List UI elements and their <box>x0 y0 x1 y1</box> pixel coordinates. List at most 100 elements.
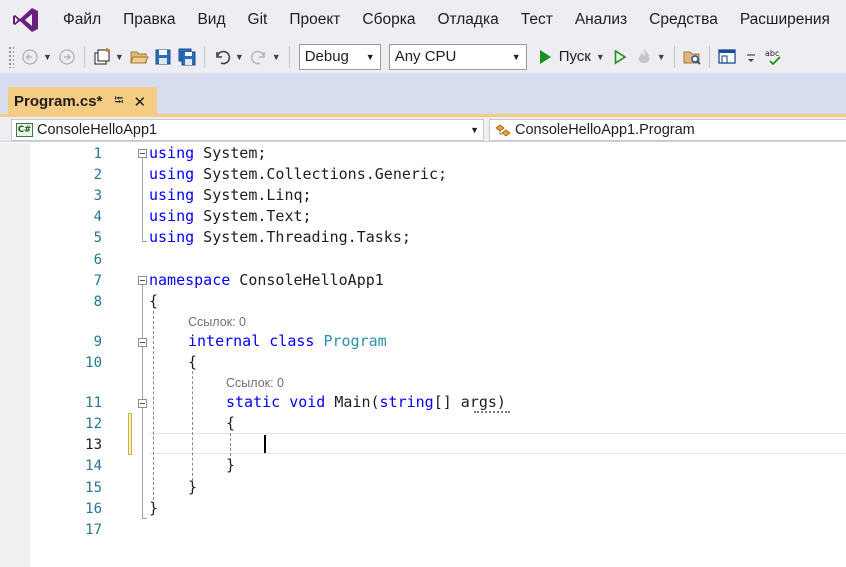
menu-debug[interactable]: Отладка <box>426 0 509 40</box>
code-line-9: internal class Program <box>188 332 387 350</box>
code-line-10: { <box>188 353 197 371</box>
redo-button[interactable] <box>248 44 270 70</box>
hot-reload-dropdown[interactable]: ▼ <box>657 52 666 62</box>
undo-button[interactable] <box>211 44 233 70</box>
solution-platform-select[interactable]: Any CPU ▼ <box>388 43 527 70</box>
close-tab-icon[interactable]: ✕ <box>133 93 146 111</box>
brace: { <box>149 292 159 310</box>
play-icon <box>539 49 551 64</box>
code-text: System.Linq; <box>194 186 312 204</box>
configuration-value: Debug <box>304 48 349 65</box>
document-tab-strip: Program.cs* ⭾ ✕ <box>0 73 846 116</box>
code-line-1: using System; <box>149 144 266 162</box>
tab-program-cs[interactable]: Program.cs* ⭾ ✕ <box>8 87 157 116</box>
code-line-16: } <box>149 499 158 517</box>
play-outline-icon <box>614 49 627 64</box>
redo-dropdown[interactable]: ▼ <box>272 52 281 62</box>
codelens-main-references[interactable]: Ссылок: 0 <box>226 376 284 390</box>
codelens-program-references[interactable]: Ссылок: 0 <box>188 315 246 329</box>
find-in-files-icon <box>683 51 701 65</box>
toolbar-separator <box>708 45 710 68</box>
csharp-project-icon: C# <box>16 123 33 137</box>
project-dropdown[interactable]: C# ConsoleHelloApp1 ▼ <box>11 119 484 141</box>
open-file-button[interactable] <box>128 44 150 70</box>
toolbar-options-button[interactable] <box>740 44 762 70</box>
menu-edit[interactable]: Правка <box>112 0 186 40</box>
brace: } <box>149 499 159 517</box>
solution-configuration-select[interactable]: Debug ▼ <box>298 43 381 70</box>
navigation-bar: C# ConsoleHelloApp1 ▼ ConsoleHelloApp1.P… <box>0 117 846 142</box>
undo-dropdown[interactable]: ▼ <box>235 52 244 62</box>
start-label: Пуск <box>558 48 591 65</box>
pin-icon[interactable]: ⭾ <box>114 91 123 112</box>
menu-test[interactable]: Тест <box>510 0 564 40</box>
start-without-debugging-button[interactable] <box>609 44 631 70</box>
keyword: using <box>149 144 195 162</box>
hot-reload-button[interactable] <box>633 44 655 70</box>
line-number: 6 <box>93 252 102 268</box>
toolbar-separator <box>203 45 205 68</box>
platform-value: Any CPU <box>394 48 457 65</box>
chevron-down-icon: ▼ <box>511 51 521 62</box>
line-number: 14 <box>85 458 102 474</box>
code-line-15: } <box>188 478 197 496</box>
indent-guide <box>192 371 193 481</box>
outlining-line <box>142 156 143 242</box>
window-layout-icon <box>718 48 736 64</box>
indicator-margin[interactable] <box>0 143 30 567</box>
brace: } <box>188 478 198 496</box>
spell-check-button[interactable]: abc <box>764 44 786 70</box>
menu-extensions[interactable]: Расширения <box>729 0 841 40</box>
code-text: ConsoleHelloApp1 <box>230 271 384 289</box>
outlining-line <box>142 518 147 519</box>
find-in-files-button[interactable] <box>681 44 703 70</box>
line-number: 15 <box>85 480 102 496</box>
collapse-namespace-icon[interactable] <box>138 276 147 285</box>
current-line-highlight <box>150 433 846 454</box>
start-dropdown[interactable]: ▼ <box>596 52 605 62</box>
brace: { <box>188 353 198 371</box>
unsaved-change-marker <box>128 413 132 455</box>
code-line-12: { <box>226 414 235 432</box>
navigate-forward-button[interactable] <box>56 44 78 70</box>
line-number: 11 <box>85 395 102 411</box>
new-project-button[interactable] <box>91 44 113 70</box>
visual-studio-logo-icon[interactable] <box>0 0 52 40</box>
new-project-dropdown[interactable]: ▼ <box>115 52 124 62</box>
text-caret <box>264 435 266 453</box>
menu-view[interactable]: Вид <box>186 0 236 40</box>
back-arrow-icon <box>22 48 38 65</box>
toolbar-separator <box>83 45 85 68</box>
window-layout-button[interactable] <box>716 44 738 70</box>
navigate-back-button[interactable] <box>19 44 41 70</box>
new-project-icon <box>94 47 110 65</box>
save-all-icon <box>178 48 196 65</box>
save-all-button[interactable] <box>176 44 198 70</box>
line-number: 10 <box>85 355 102 371</box>
code-editor[interactable]: 1 2 3 4 5 6 7 8 9 10 11 12 13 14 15 16 1… <box>0 143 846 567</box>
menu-project[interactable]: Проект <box>278 0 351 40</box>
code-text: System.Text; <box>194 207 312 225</box>
standard-toolbar: ▼ ▼ ▼ ▼ Debug ▼ Any CPU ▼ Пуск ▼ ▼ abc <box>0 40 846 73</box>
menu-tools[interactable]: Средства <box>638 0 729 40</box>
menu-build[interactable]: Сборка <box>351 0 426 40</box>
collapse-usings-icon[interactable] <box>138 149 147 158</box>
code-text: System.Collections.Generic; <box>194 165 448 183</box>
undo-icon <box>216 50 231 64</box>
collapse-method-icon[interactable] <box>138 399 147 408</box>
line-number: 7 <box>93 273 102 289</box>
menu-file[interactable]: Файл <box>52 0 112 40</box>
start-debugging-button[interactable]: Пуск <box>537 44 594 70</box>
navigate-back-dropdown[interactable]: ▼ <box>43 52 52 62</box>
menu-git[interactable]: Git <box>237 0 279 40</box>
keyword: namespace <box>149 271 231 289</box>
type-dropdown[interactable]: ConsoleHelloApp1.Program <box>489 119 846 141</box>
keyword: class <box>269 332 315 350</box>
line-number: 8 <box>93 294 102 310</box>
menu-analyze[interactable]: Анализ <box>564 0 638 40</box>
line-number: 12 <box>85 416 102 432</box>
tab-title: Program.cs* <box>14 93 103 110</box>
save-button[interactable] <box>152 44 174 70</box>
toolbar-grip[interactable] <box>8 45 14 68</box>
collapse-class-icon[interactable] <box>138 338 147 347</box>
